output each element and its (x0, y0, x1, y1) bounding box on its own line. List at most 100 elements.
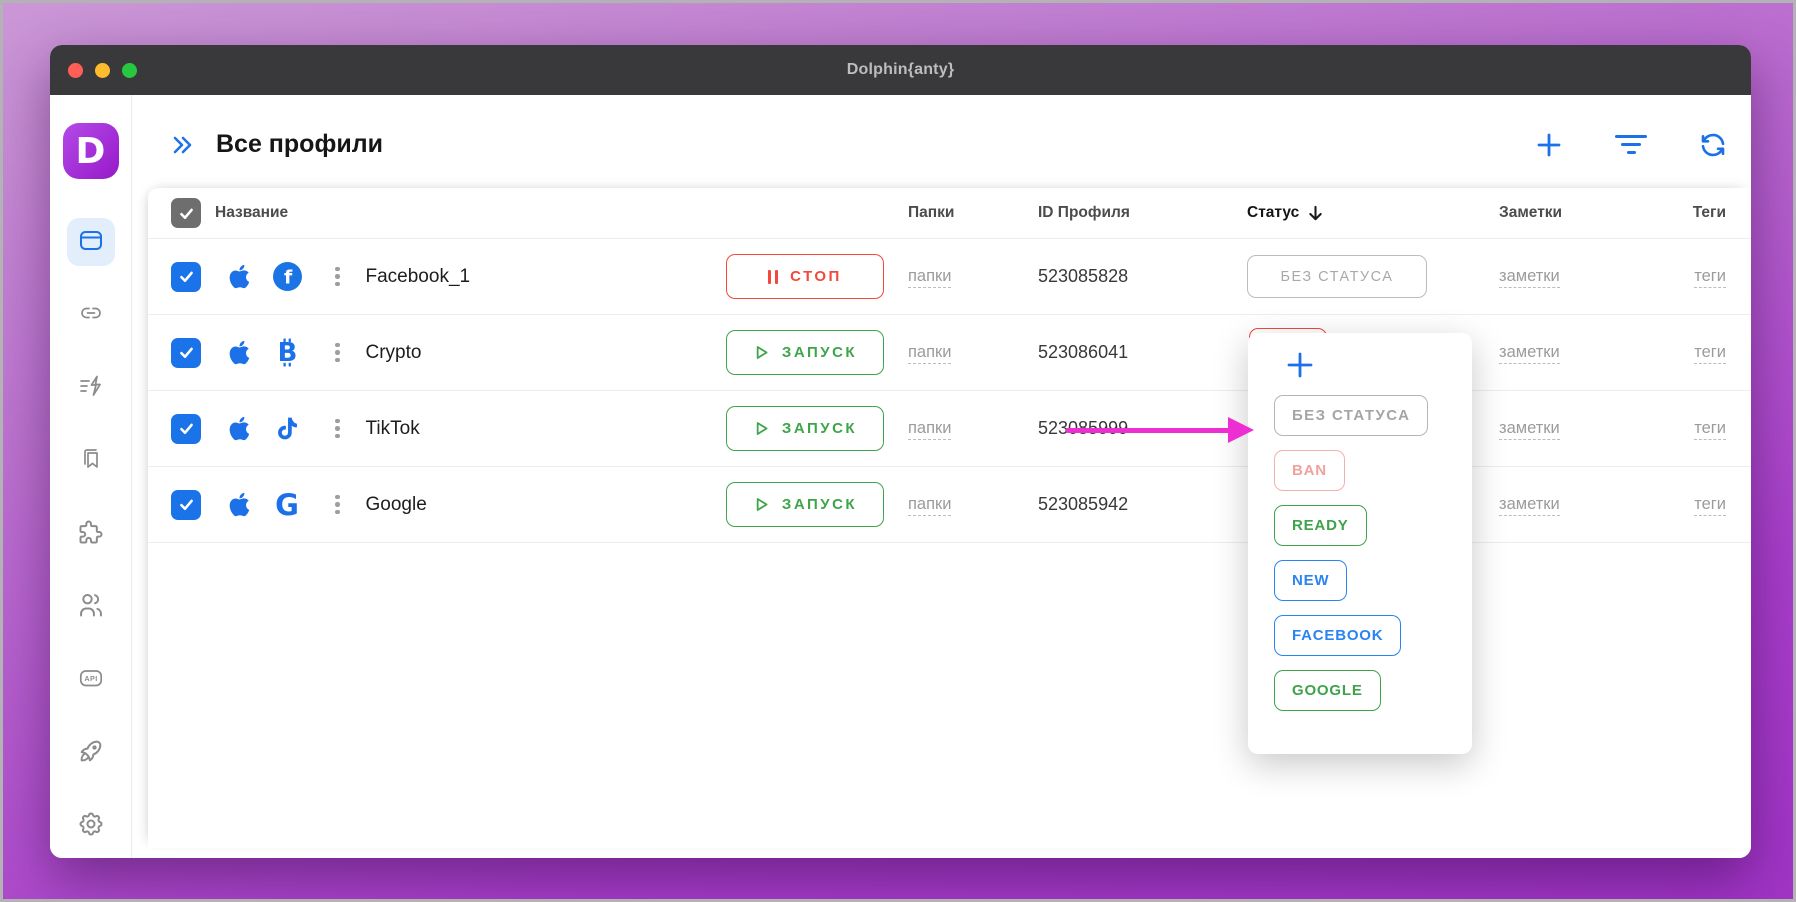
page-header: Все профили (132, 95, 1751, 188)
dolphin-logo: D (63, 123, 119, 179)
status-option-no-status[interactable]: БЕЗ СТАТУСА (1274, 395, 1428, 436)
column-header-notes: Заметки (1499, 204, 1689, 222)
status-option-ban[interactable]: BAN (1274, 450, 1345, 491)
sidebar-item-settings[interactable] (67, 802, 115, 850)
profile-name: TikTok (366, 418, 420, 440)
minimize-window-button[interactable] (95, 63, 110, 78)
action-label: ЗАПУСК (782, 344, 857, 361)
column-header-status[interactable]: Статус (1247, 204, 1499, 223)
link-icon (77, 299, 105, 332)
play-icon (753, 496, 770, 513)
add-status-button[interactable] (1284, 349, 1316, 381)
bitcoin-icon: B (271, 337, 303, 368)
status-option-facebook[interactable]: FACEBOOK (1274, 615, 1401, 656)
api-icon-label: API (84, 674, 97, 683)
close-window-button[interactable] (68, 63, 83, 78)
sidebar-item-extensions[interactable] (67, 510, 115, 558)
action-label: ЗАПУСК (782, 420, 857, 437)
profile-id: 523085828 (1038, 266, 1128, 286)
status-option-google[interactable]: GOOGLE (1274, 670, 1381, 711)
plus-icon (1534, 130, 1564, 160)
bookmarks-icon (77, 445, 105, 478)
folders-link[interactable]: папки (908, 419, 951, 440)
row-menu-button[interactable] (331, 339, 344, 367)
status-dropdown: БЕЗ СТАТУСА BAN READY NEW FACEBOOK GOOGL… (1248, 333, 1472, 754)
sidebar-nav: API (67, 218, 115, 850)
row-checkbox[interactable] (171, 262, 201, 292)
check-icon (178, 496, 195, 513)
tags-link[interactable]: теги (1694, 343, 1726, 364)
tags-link[interactable]: теги (1694, 495, 1726, 516)
sidebar-item-team[interactable] (67, 583, 115, 631)
page-title: Все профили (216, 130, 383, 159)
apple-icon (223, 337, 255, 368)
profile-id: 523085942 (1038, 494, 1128, 514)
row-checkbox[interactable] (171, 490, 201, 520)
column-header-folders: Папки (908, 204, 1038, 222)
status-option-new[interactable]: NEW (1274, 560, 1347, 601)
sidebar-item-api[interactable]: API (67, 656, 115, 704)
fullscreen-window-button[interactable] (122, 63, 137, 78)
sidebar-item-proxy[interactable] (67, 291, 115, 339)
folders-link[interactable]: папки (908, 495, 951, 516)
tiktok-icon (271, 414, 303, 443)
stop-button[interactable]: СТОП (726, 254, 884, 299)
row-menu-button[interactable] (331, 263, 344, 291)
row-menu-button[interactable] (331, 415, 344, 443)
notes-link[interactable]: заметки (1499, 267, 1560, 288)
svg-text:B: B (277, 338, 297, 368)
sidebar-item-updates[interactable] (67, 729, 115, 777)
launch-button[interactable]: ЗАПУСК (726, 482, 884, 527)
apple-icon (223, 413, 255, 444)
pause-icon (768, 270, 778, 284)
launch-button[interactable]: ЗАПУСК (726, 330, 884, 375)
create-profile-button[interactable] (1533, 129, 1565, 161)
play-icon (753, 420, 770, 437)
refresh-button[interactable] (1697, 129, 1729, 161)
filter-button[interactable] (1615, 129, 1647, 161)
annotation-arrow-head (1228, 417, 1254, 443)
status-header-label: Статус (1247, 204, 1299, 222)
apple-icon (223, 261, 255, 292)
rocket-icon (77, 737, 105, 770)
launch-button[interactable]: ЗАПУСК (726, 406, 884, 451)
main-area: Все профили (132, 95, 1751, 858)
profile-name: Google (366, 494, 427, 516)
row-menu-button[interactable] (331, 491, 344, 519)
extensions-icon (77, 518, 105, 551)
users-icon (77, 591, 105, 624)
notes-link[interactable]: заметки (1499, 419, 1560, 440)
status-options-list: БЕЗ СТАТУСА BAN READY NEW FACEBOOK GOOGL… (1274, 395, 1472, 711)
sidebar-item-automation[interactable] (67, 364, 115, 412)
check-icon (178, 420, 195, 437)
sidebar-item-bookmarks[interactable] (67, 437, 115, 485)
table-row: G Google ЗАПУСК папки 523085942 (148, 467, 1751, 543)
folders-link[interactable]: папки (908, 343, 951, 364)
profiles-table: Название Папки ID Профиля Статус Заметки… (148, 188, 1751, 848)
tags-link[interactable]: теги (1694, 267, 1726, 288)
sidebar-item-browser-profiles[interactable] (67, 218, 115, 266)
action-label: ЗАПУСК (782, 496, 857, 513)
tags-link[interactable]: теги (1694, 419, 1726, 440)
notes-link[interactable]: заметки (1499, 495, 1560, 516)
check-icon (178, 344, 195, 361)
app-window: Dolphin{anty} D (50, 45, 1751, 858)
status-option-ready[interactable]: READY (1274, 505, 1367, 546)
play-icon (753, 344, 770, 361)
titlebar: Dolphin{anty} (50, 45, 1751, 95)
table-header-row: Название Папки ID Профиля Статус Заметки… (148, 188, 1751, 239)
collapse-sidebar-button[interactable] (168, 131, 196, 159)
status-button[interactable]: БЕЗ СТАТУСА (1247, 255, 1427, 298)
svg-text:f: f (284, 267, 293, 289)
select-all-checkbox[interactable] (171, 198, 201, 228)
check-icon (178, 268, 195, 285)
notes-link[interactable]: заметки (1499, 343, 1560, 364)
sidebar: D (50, 95, 132, 858)
profile-name: Facebook_1 (366, 266, 471, 288)
row-checkbox[interactable] (171, 414, 201, 444)
row-checkbox[interactable] (171, 338, 201, 368)
window-title: Dolphin{anty} (847, 61, 955, 79)
column-header-id: ID Профиля (1038, 204, 1247, 222)
folders-link[interactable]: папки (908, 267, 951, 288)
sort-descending-icon (1307, 204, 1324, 223)
